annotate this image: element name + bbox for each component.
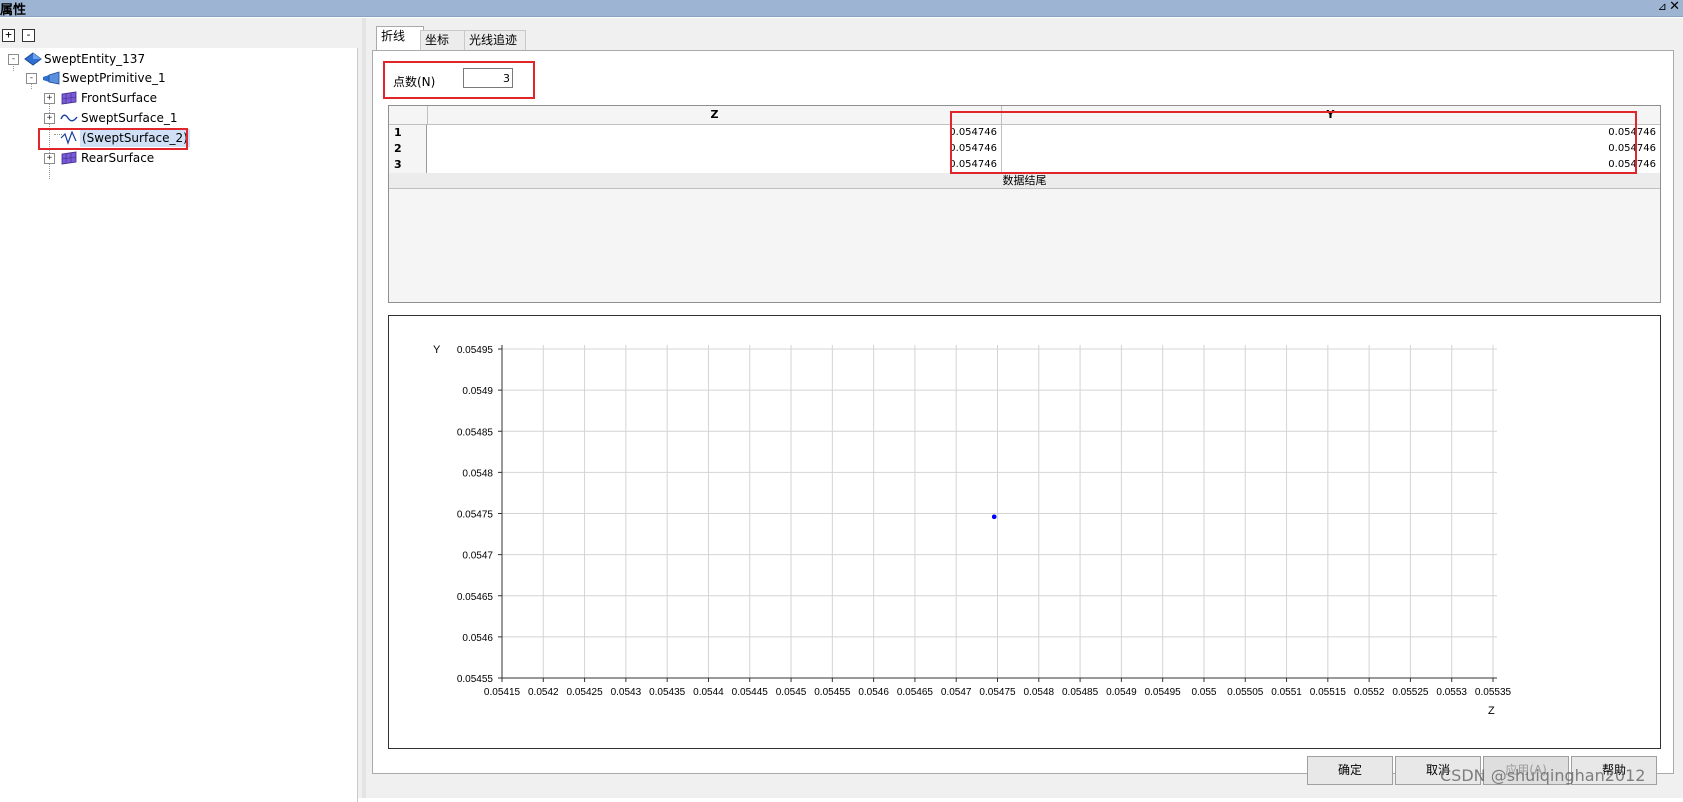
row-header[interactable]: 2 <box>389 141 427 157</box>
window-title: 属性 <box>0 3 27 18</box>
grid-header: Z Y <box>389 106 1660 125</box>
chart-svg: 0.05415 0.0542 0.05425 0.0543 0.05435 0.0544 0… <box>433 344 1512 717</box>
x-tick-label: 0.0552 <box>1354 687 1385 698</box>
y-tick-label: 0.0549 <box>462 386 493 397</box>
x-tick-label: 0.05455 <box>814 687 851 698</box>
window-titlebar: 属性 ⊿ ✕ <box>0 0 1683 18</box>
tab-polyline[interactable]: 折线 <box>376 26 424 51</box>
x-tick-label: 0.05525 <box>1392 687 1429 698</box>
close-icon[interactable]: ✕ <box>1669 0 1680 14</box>
tree-node-label: FrontSurface <box>81 91 158 105</box>
tab-ray-trace[interactable]: 光线追迹 <box>464 30 526 50</box>
x-tick-label: 0.05505 <box>1227 687 1264 698</box>
data-grid[interactable]: Z Y 1 0.054746 0.054746 2 0.054746 0.054… <box>388 105 1661 303</box>
collapse-toggle[interactable]: - <box>8 54 19 65</box>
x-axis-label: Z <box>1488 705 1495 717</box>
curve-icon <box>60 114 78 122</box>
x-tick-label: 0.055 <box>1191 687 1216 698</box>
cell-y[interactable]: 0.054746 <box>1002 141 1660 157</box>
tree-node-sweptsurface-2[interactable]: (SweptSurface_2) <box>0 128 340 150</box>
table-row[interactable]: 3 0.054746 0.054746 <box>389 157 1660 174</box>
cell-z[interactable]: 0.054746 <box>428 125 1002 141</box>
y-tick-label: 0.0548 <box>462 468 493 479</box>
cell-y[interactable]: 0.054746 <box>1002 157 1660 173</box>
tab-coordinates[interactable]: 坐标 <box>420 30 468 50</box>
expand-toggle[interactable]: + <box>44 153 55 164</box>
tree-node-label: SweptEntity_137 <box>44 52 146 66</box>
tree-node-label: RearSurface <box>81 151 155 165</box>
x-tick-label: 0.05515 <box>1310 687 1347 698</box>
y-tick-label: 0.05495 <box>457 345 494 356</box>
x-tick-label: 0.0546 <box>858 687 889 698</box>
tree-panel: + - - SweptEntity_137 - SweptPrimitive_1 <box>0 18 362 802</box>
x-tick-label: 0.05435 <box>649 687 686 698</box>
y-tick-label: 0.0546 <box>462 633 493 644</box>
data-point <box>991 514 997 519</box>
column-header-z[interactable]: Z <box>428 106 1002 124</box>
surface-icon <box>61 91 77 105</box>
tree-node-rearsurface[interactable]: + RearSurface <box>0 149 340 167</box>
tree-node-primitive[interactable]: - SweptPrimitive_1 <box>0 69 340 87</box>
expand-toggle[interactable]: + <box>44 93 55 104</box>
row-header[interactable]: 3 <box>389 157 427 173</box>
tree-node-frontsurface[interactable]: + FrontSurface <box>0 89 340 107</box>
entity-icon <box>24 52 42 66</box>
y-axis-label: Y <box>433 344 441 356</box>
surface-icon <box>61 151 77 165</box>
x-tick-label: 0.05465 <box>897 687 934 698</box>
expand-all-button[interactable]: + <box>2 29 15 42</box>
x-tick-label: 0.0548 <box>1023 687 1054 698</box>
x-tick-label: 0.05535 <box>1475 687 1512 698</box>
tree-toolbar: + - <box>0 18 362 46</box>
properties-panel: 折线 坐标 光线追迹 点数(N) Z Y 1 0.054746 0.054746… <box>366 18 1683 798</box>
y-tick-label: 0.05465 <box>457 592 494 603</box>
grid-end-row[interactable]: 数据结尾 <box>389 173 1660 189</box>
x-tick-label: 0.05495 <box>1145 687 1182 698</box>
x-tick-label: 0.0543 <box>611 687 642 698</box>
collapse-toggle[interactable]: - <box>26 73 37 84</box>
pin-icon[interactable]: ⊿ <box>1658 0 1667 13</box>
points-count-label: 点数(N) <box>393 75 436 89</box>
scatter-chart: 0.05415 0.0542 0.05425 0.0543 0.05435 0.0544 0… <box>388 315 1661 749</box>
ok-button[interactable]: 确定 <box>1307 756 1393 785</box>
x-tick-label: 0.05425 <box>567 687 604 698</box>
x-tick-label: 0.0544 <box>693 687 724 698</box>
collapse-all-button[interactable]: - <box>22 29 35 42</box>
table-row[interactable]: 1 0.054746 0.054746 <box>389 125 1660 142</box>
entity-tree[interactable]: - SweptEntity_137 - SweptPrimitive_1 + F… <box>0 48 358 802</box>
corner-cell <box>389 106 428 124</box>
x-tick-label: 0.0549 <box>1106 687 1137 698</box>
x-tick-label: 0.0542 <box>528 687 559 698</box>
x-tick-label: 0.05445 <box>732 687 769 698</box>
points-count-input[interactable] <box>463 68 513 88</box>
x-tick-label: 0.0547 <box>941 687 972 698</box>
tree-node-label: SweptSurface_1 <box>81 111 178 125</box>
cell-y[interactable]: 0.054746 <box>1002 125 1660 141</box>
tree-node-sweptsurface-1[interactable]: + SweptSurface_1 <box>0 109 340 127</box>
row-header[interactable]: 1 <box>389 125 427 141</box>
x-tick-label: 0.0553 <box>1436 687 1467 698</box>
x-tick-label: 0.05415 <box>484 687 521 698</box>
primitive-icon <box>43 71 60 85</box>
tab-content-polyline: 点数(N) Z Y 1 0.054746 0.054746 2 0.054746… <box>372 50 1674 774</box>
expand-toggle[interactable]: + <box>44 113 55 124</box>
x-tick-label: 0.05475 <box>979 687 1016 698</box>
selection-highlight <box>38 128 188 150</box>
points-count-group: 点数(N) <box>383 61 535 99</box>
y-tick-label: 0.0547 <box>462 551 493 562</box>
x-tick-label: 0.0545 <box>776 687 807 698</box>
cell-z[interactable]: 0.054746 <box>428 157 1002 173</box>
watermark-text: CSDN @shuiqinghan2012 <box>1440 766 1646 785</box>
tree-node-root[interactable]: - SweptEntity_137 <box>0 50 340 68</box>
tree-node-label: SweptPrimitive_1 <box>62 71 166 85</box>
y-tick-label: 0.05455 <box>457 674 494 685</box>
table-row[interactable]: 2 0.054746 0.054746 <box>389 141 1660 158</box>
x-tick-label: 0.05485 <box>1062 687 1099 698</box>
y-tick-label: 0.05475 <box>457 510 494 521</box>
column-header-y[interactable]: Y <box>1002 106 1659 124</box>
x-tick-label: 0.0551 <box>1271 687 1302 698</box>
y-tick-label: 0.05485 <box>457 427 494 438</box>
cell-z[interactable]: 0.054746 <box>428 141 1002 157</box>
